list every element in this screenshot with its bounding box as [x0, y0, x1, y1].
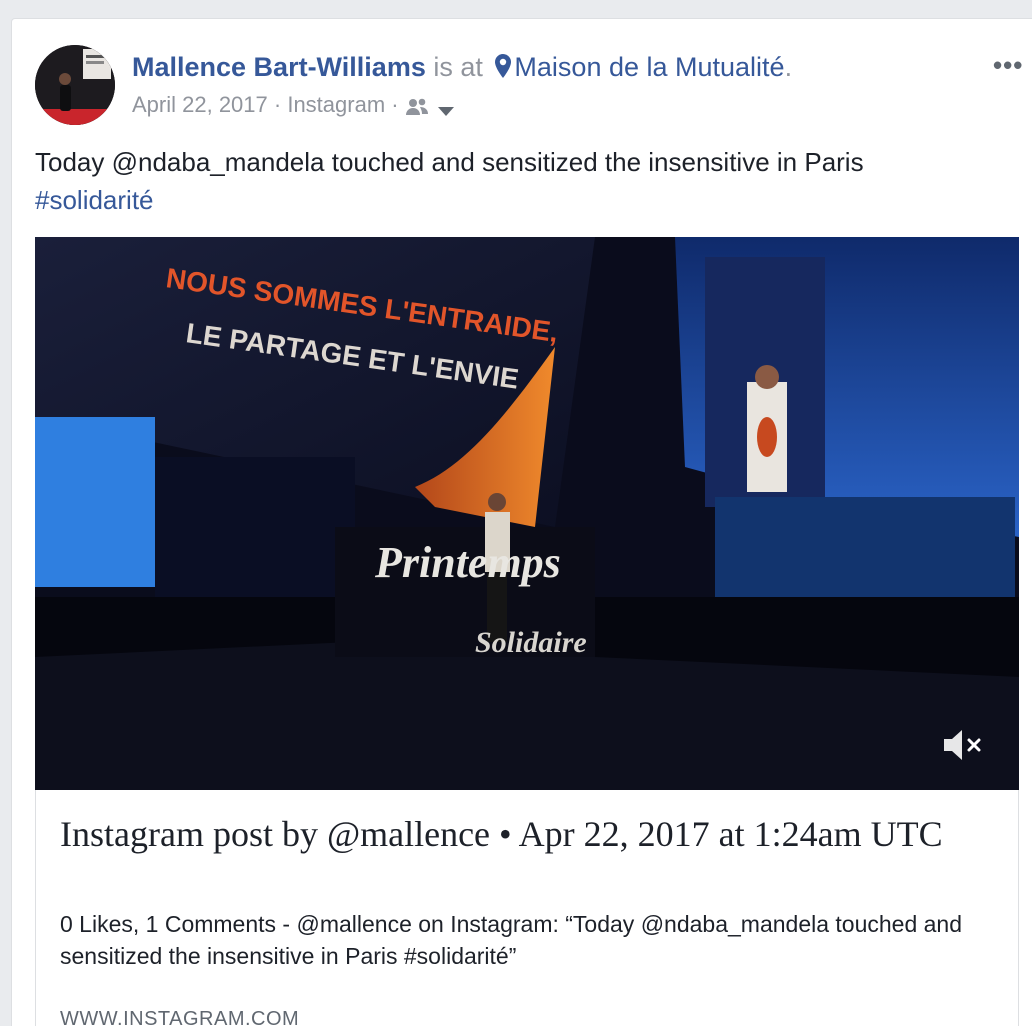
avatar-photo: [35, 45, 115, 125]
is-at-text: is at: [433, 52, 483, 82]
meta-separator: ·: [267, 92, 288, 117]
chevron-down-icon[interactable]: [437, 92, 455, 117]
post-date-link[interactable]: April 22, 2017: [132, 92, 268, 117]
video-stage-logo-1: Printemps: [374, 538, 561, 587]
location-link[interactable]: Maison de la Mutualité: [514, 52, 784, 82]
post-options-button[interactable]: •••: [993, 50, 1023, 81]
post-message: Today @ndaba_mandela touched and sensiti…: [35, 143, 995, 219]
video-stage-logo-2: Solidaire: [475, 626, 587, 659]
link-preview[interactable]: Instagram post by @mallence • Apr 22, 20…: [35, 790, 1019, 1026]
author-avatar[interactable]: [35, 45, 115, 125]
friends-audience-icon[interactable]: [405, 92, 437, 117]
meta-separator-2: ·: [385, 92, 405, 117]
speaker-muted-icon[interactable]: [938, 725, 988, 765]
hashtag-link[interactable]: #solidarité: [35, 185, 154, 215]
video-frame: NOUS SOMMES L'ENTRAIDE, LE PARTAGE ET L'…: [35, 237, 1019, 790]
post-source: Instagram: [287, 92, 386, 117]
link-preview-domain: WWW.INSTAGRAM.COM: [60, 1008, 300, 1026]
location-pin-icon: [494, 53, 512, 87]
link-preview-description: 0 Likes, 1 Comments - @mallence on Insta…: [60, 911, 963, 969]
video-player[interactable]: NOUS SOMMES L'ENTRAIDE, LE PARTAGE ET L'…: [35, 237, 1019, 790]
post-message-text: Today @ndaba_mandela touched and sensiti…: [35, 147, 864, 177]
header-period: .: [784, 52, 793, 82]
link-preview-title[interactable]: Instagram post by @mallence • Apr 22, 20…: [60, 812, 1010, 856]
post-header: Mallence Bart-Williams is at Maison de l…: [132, 50, 792, 87]
author-name-link[interactable]: Mallence Bart-Williams: [132, 52, 426, 82]
post-meta: April 22, 2017 · Instagram ·: [132, 90, 455, 120]
